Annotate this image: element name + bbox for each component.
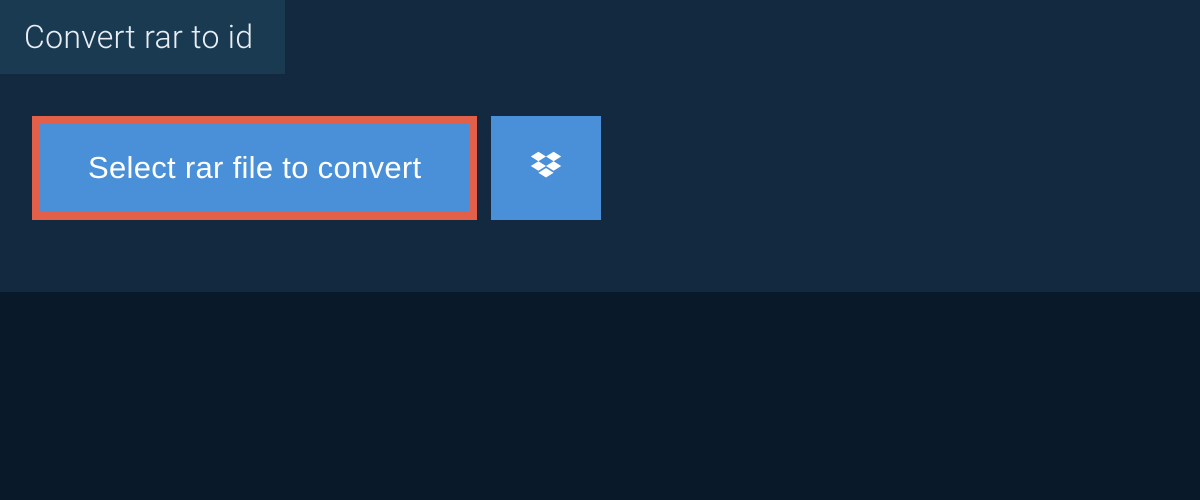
converter-panel: Convert rar to id Select rar file to con…: [0, 0, 1200, 292]
select-file-highlight: Select rar file to convert: [32, 116, 477, 220]
content-area: Select rar file to convert: [0, 74, 1200, 262]
select-file-label: Select rar file to convert: [88, 150, 421, 185]
dropbox-button[interactable]: [491, 116, 601, 220]
select-file-button[interactable]: Select rar file to convert: [40, 124, 469, 212]
tab-title: Convert rar to id: [24, 18, 253, 56]
dropbox-icon: [527, 148, 565, 189]
tab-convert[interactable]: Convert rar to id: [0, 0, 285, 74]
